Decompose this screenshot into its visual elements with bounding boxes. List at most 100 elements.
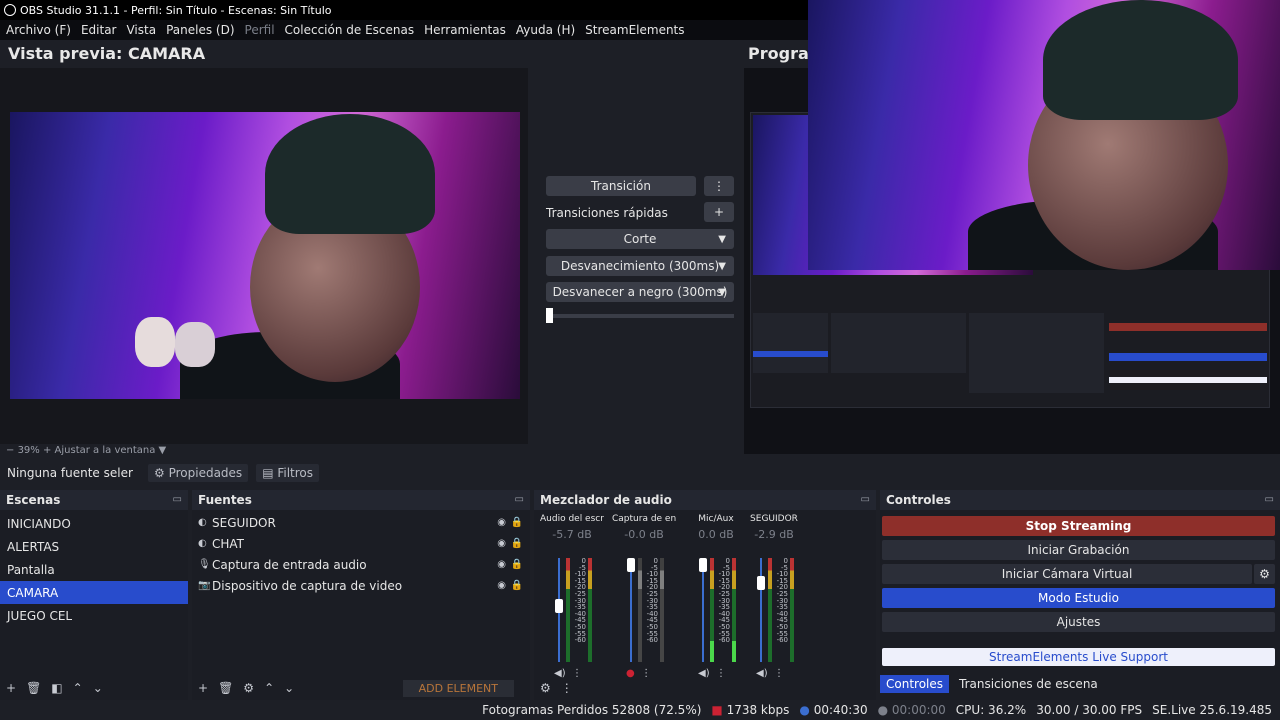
- start-virtual-camera-button[interactable]: Iniciar Cámara Virtual: [882, 564, 1252, 584]
- volume-knob[interactable]: [757, 576, 765, 590]
- dock-float-icon[interactable]: ▭: [861, 494, 870, 505]
- source-item-video-capture[interactable]: 📷 Dispositivo de captura de video ◉ 🔒: [192, 575, 530, 596]
- mixer-channel: SEGUIDOR -2.9 dB 0 -5 -10 -15 -20 -25 -30 -35 -40-…: [742, 514, 806, 679]
- zoom-in-icon[interactable]: +: [40, 445, 55, 456]
- chevron-down-icon: ▼: [718, 286, 726, 298]
- volume-knob[interactable]: [555, 598, 563, 613]
- properties-button[interactable]: ⚙ Propiedades: [148, 464, 249, 482]
- volume-slider[interactable]: [630, 558, 632, 662]
- quick-transition-fade-black[interactable]: Desvanecer a negro (300ms) ▼: [546, 282, 734, 302]
- transition-button[interactable]: Transición: [546, 176, 696, 196]
- menu-vista[interactable]: Vista: [126, 23, 156, 37]
- zoom-out-icon[interactable]: −: [6, 445, 18, 456]
- volume-slider[interactable]: [702, 558, 704, 662]
- advanced-audio-icon[interactable]: ⚙: [540, 681, 551, 695]
- quick-transition-fade[interactable]: Desvanecimiento (300ms) ▼: [546, 256, 734, 276]
- tab-controles[interactable]: Controles: [880, 675, 950, 693]
- db-scale: 0 -5 -10 -15 -20 -25 -30 -35 -40 -45 -50 -55 -60: [574, 557, 586, 645]
- eye-icon[interactable]: ◉: [497, 559, 506, 570]
- streamelements-support-button[interactable]: StreamElements Live Support: [882, 648, 1275, 666]
- no-source-selected: Ninguna fuente seler: [7, 466, 133, 480]
- tbar-handle[interactable]: [546, 308, 553, 323]
- obs-logo-icon: [4, 4, 16, 16]
- eye-icon[interactable]: ◉: [497, 580, 506, 591]
- lock-icon[interactable]: 🔒: [511, 559, 523, 570]
- window-title: OBS Studio 31.1.1 - Perfil: Sin Título -…: [20, 3, 332, 17]
- arrow-up-icon[interactable]: ⌃: [264, 681, 274, 695]
- arrow-up-icon[interactable]: ⌃: [73, 681, 83, 695]
- add-icon[interactable]: +: [6, 681, 16, 695]
- dock-float-icon[interactable]: ▭: [515, 494, 524, 505]
- source-item-seguidor[interactable]: ◐ SEGUIDOR ◉ 🔒: [192, 512, 530, 533]
- scene-item-camara[interactable]: CAMARA: [0, 581, 188, 604]
- arrow-down-icon[interactable]: ⌄: [93, 681, 103, 695]
- eye-icon[interactable]: ◉: [497, 538, 506, 549]
- browser-icon: ◐: [198, 538, 207, 549]
- nested-support-button: [1109, 377, 1267, 383]
- channel-name: Audio del escrito: [540, 514, 604, 524]
- menu-herramientas[interactable]: Herramientas: [424, 23, 506, 37]
- tab-transiciones[interactable]: Transiciones de escena: [953, 675, 1104, 693]
- add-element-button[interactable]: ADD ELEMENT: [402, 679, 514, 697]
- transition-menu-icon[interactable]: ⋮: [704, 176, 734, 196]
- dock-tabs: Controles Transiciones de escena: [880, 674, 1280, 694]
- level-meter-left: [768, 558, 772, 662]
- filters-button[interactable]: ▤ Filtros: [256, 464, 320, 482]
- source-item-chat[interactable]: ◐ CHAT ◉ 🔒: [192, 533, 530, 554]
- scene-item-alertas[interactable]: ALERTAS: [0, 535, 188, 558]
- volume-meter: 0 -5 -10 -15 -20 -25 -30 -35 -40 -45 -50 -55 -60: [555, 557, 592, 662]
- channel-db: -5.7 dB: [552, 528, 592, 541]
- trash-icon[interactable]: 🗑: [26, 681, 41, 695]
- virtual-camera-settings-icon[interactable]: ⚙: [1254, 564, 1275, 584]
- volume-slider[interactable]: [760, 558, 762, 662]
- channel-name: Captura de entra: [612, 514, 676, 524]
- quick-transition-cut[interactable]: Corte ▼: [546, 229, 734, 249]
- eye-icon[interactable]: ◉: [497, 517, 506, 528]
- scenes-title: Escenas: [6, 493, 61, 507]
- preview-zoom-bar: − 39% + Ajustar a la ventana ▼: [0, 444, 744, 456]
- filter-icon[interactable]: ◧: [51, 681, 62, 695]
- mixer-toolbar: ⚙ ⋮: [534, 676, 876, 700]
- scene-item-juego-cel[interactable]: JUEGO CEL: [0, 604, 188, 627]
- dock-float-icon[interactable]: ▭: [1265, 494, 1274, 505]
- db-scale: 0 -5 -10 -15 -20 -25 -30 -35 -40 -45 -50 -55 -60: [718, 557, 730, 645]
- db-scale: 0 -5 -10 -15 -20 -25 -30 -35 -40 -45 -50 -55 -60: [646, 557, 658, 645]
- gear-icon[interactable]: ⚙: [243, 681, 254, 695]
- mixer-channel: Captura de entra -0.0 dB 0-5-10-15-20-25-3…: [612, 514, 676, 679]
- scene-item-iniciando[interactable]: INICIANDO: [0, 512, 188, 535]
- menu-archivo[interactable]: Archivo (F): [6, 23, 71, 37]
- start-recording-button[interactable]: Iniciar Grabación: [882, 540, 1275, 560]
- studio-mode-button[interactable]: Modo Estudio: [882, 588, 1275, 608]
- stop-streaming-button[interactable]: Stop Streaming: [882, 516, 1275, 536]
- menu-perfil[interactable]: Perfil: [245, 23, 275, 37]
- lock-icon[interactable]: 🔒: [511, 517, 523, 528]
- nested-stop-button: [1109, 323, 1267, 331]
- menu-paneles[interactable]: Paneles (D): [166, 23, 234, 37]
- dropped-frames: Fotogramas Perdidos 52808 (72.5%): [482, 703, 702, 717]
- volume-knob[interactable]: [627, 558, 635, 572]
- menu-coleccion[interactable]: Colección de Escenas: [285, 23, 415, 37]
- lock-icon[interactable]: 🔒: [511, 538, 523, 549]
- add-icon[interactable]: +: [198, 681, 208, 695]
- preview-camera-feed[interactable]: [10, 112, 520, 399]
- tbar-track[interactable]: [546, 314, 734, 318]
- camera-icon: 📷: [198, 580, 211, 591]
- menu-streamelements[interactable]: StreamElements: [585, 23, 684, 37]
- microphone-icon: 🎙: [198, 559, 211, 570]
- trash-icon[interactable]: 🗑: [218, 681, 233, 695]
- menu-editar[interactable]: Editar: [81, 23, 117, 37]
- volume-knob[interactable]: [699, 558, 707, 572]
- menu-icon[interactable]: ⋮: [561, 681, 573, 695]
- add-quick-transition-icon[interactable]: +: [704, 202, 734, 222]
- arrow-down-icon[interactable]: ⌄: [284, 681, 294, 695]
- settings-button[interactable]: Ajustes: [882, 612, 1275, 632]
- lock-icon[interactable]: 🔒: [511, 580, 523, 591]
- fit-to-window[interactable]: Ajustar a la ventana: [55, 445, 156, 456]
- menu-ayuda[interactable]: Ayuda (H): [516, 23, 575, 37]
- dock-float-icon[interactable]: ▭: [173, 494, 182, 505]
- scenes-dock: Escenas ▭ INICIANDO ALERTAS Pantalla CAMA…: [0, 490, 188, 700]
- chevron-down-icon[interactable]: ▼: [155, 445, 167, 456]
- source-item-audio-capture[interactable]: 🎙 Captura de entrada audio ◉ 🔒: [192, 554, 530, 575]
- scene-item-pantalla[interactable]: Pantalla: [0, 558, 188, 581]
- status-bar: Fotogramas Perdidos 52808 (72.5%) ■ 1738…: [0, 700, 1280, 720]
